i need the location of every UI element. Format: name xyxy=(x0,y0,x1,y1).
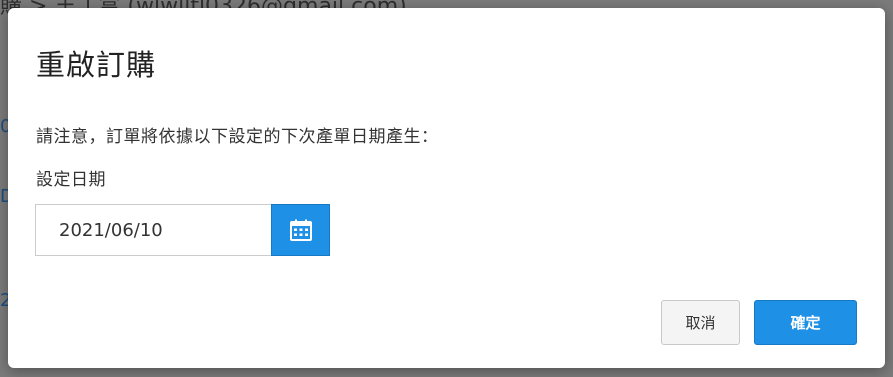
restart-order-dialog: 重啟訂購 請注意，訂單將依據以下設定的下次產單日期產生： 設定日期 取消 確定 xyxy=(8,8,885,368)
date-picker xyxy=(35,204,330,256)
calendar-icon xyxy=(289,219,312,241)
dialog-notice-text: 請注意，訂單將依據以下設定的下次產單日期產生： xyxy=(36,127,439,147)
dialog-title: 重啟訂購 xyxy=(36,48,157,82)
date-input[interactable] xyxy=(35,204,271,256)
confirm-button[interactable]: 確定 xyxy=(754,300,857,345)
date-field-label: 設定日期 xyxy=(36,170,106,190)
calendar-button[interactable] xyxy=(271,204,330,256)
cancel-button[interactable]: 取消 xyxy=(661,300,740,345)
